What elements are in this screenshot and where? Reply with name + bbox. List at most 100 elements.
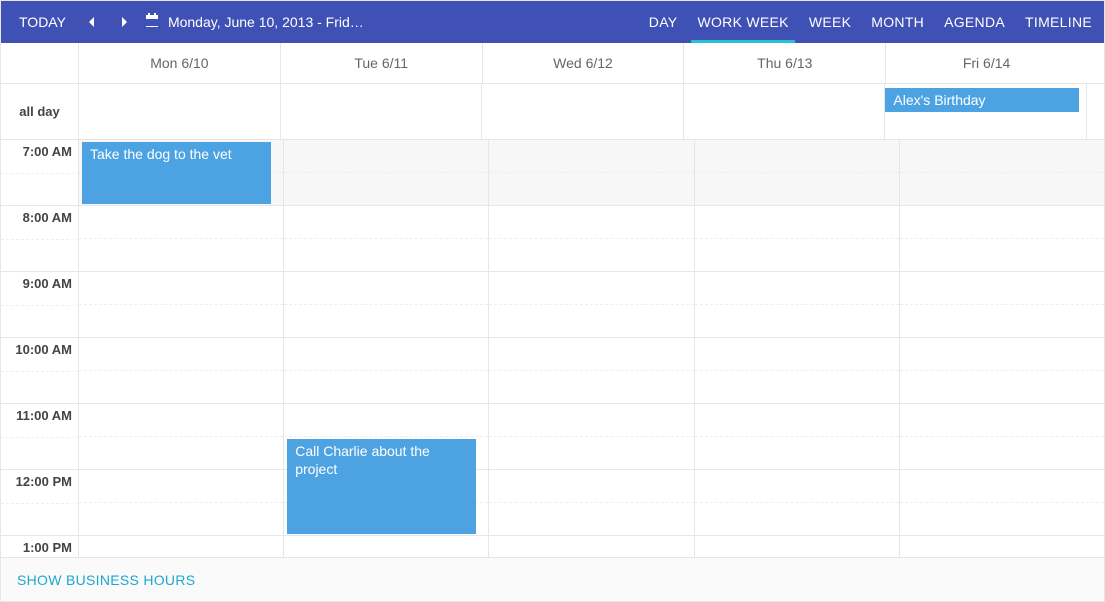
time-slot[interactable] — [79, 536, 283, 557]
allday-cell[interactable] — [79, 84, 281, 139]
day-column-tue: Call Charlie about the project — [284, 140, 489, 557]
time-slot[interactable] — [900, 536, 1104, 557]
time-slot[interactable] — [489, 305, 693, 338]
time-slot[interactable] — [489, 338, 693, 371]
view-day[interactable]: DAY — [649, 1, 678, 43]
time-slot[interactable] — [900, 173, 1104, 206]
time-slot[interactable] — [284, 305, 488, 338]
time-slot[interactable] — [900, 371, 1104, 404]
time-slot[interactable] — [695, 536, 899, 557]
time-slot[interactable] — [900, 239, 1104, 272]
time-slot[interactable] — [79, 239, 283, 272]
time-slot[interactable] — [79, 404, 283, 437]
prev-button[interactable] — [80, 10, 104, 34]
time-slot[interactable] — [489, 404, 693, 437]
column-header-tue[interactable]: Tue 6/11 — [281, 43, 483, 83]
time-slot[interactable] — [284, 371, 488, 404]
column-header-wed[interactable]: Wed 6/12 — [483, 43, 685, 83]
time-slot[interactable] — [695, 272, 899, 305]
time-slot[interactable] — [284, 338, 488, 371]
time-slot[interactable] — [900, 503, 1104, 536]
event[interactable]: Take the dog to the vet — [82, 142, 271, 204]
time-slot[interactable] — [695, 503, 899, 536]
time-slot[interactable] — [284, 239, 488, 272]
time-slot[interactable] — [489, 173, 693, 206]
time-slot[interactable] — [489, 206, 693, 239]
view-workweek[interactable]: WORK WEEK — [697, 1, 788, 43]
time-slot[interactable] — [900, 338, 1104, 371]
time-slot[interactable] — [489, 470, 693, 503]
allday-cell[interactable] — [281, 84, 483, 139]
time-grid: 7:00 AM8:00 AM9:00 AM10:00 AM11:00 AM12:… — [1, 140, 1104, 557]
time-slot[interactable] — [900, 470, 1104, 503]
show-business-hours-button[interactable]: SHOW BUSINESS HOURS — [17, 572, 195, 588]
time-slot[interactable] — [695, 404, 899, 437]
hour-label: 1:00 PM — [1, 536, 78, 557]
time-slot[interactable] — [695, 338, 899, 371]
allday-row: all day Alex's Birthday — [1, 84, 1104, 140]
calendar-icon[interactable] — [144, 13, 160, 32]
time-slot[interactable] — [900, 140, 1104, 173]
column-header-thu[interactable]: Thu 6/13 — [684, 43, 886, 83]
allday-label: all day — [1, 84, 79, 139]
hour-label: 9:00 AM — [1, 272, 78, 338]
allday-event[interactable]: Alex's Birthday — [885, 88, 1079, 112]
hour-label: 7:00 AM — [1, 140, 78, 206]
time-slot[interactable] — [79, 503, 283, 536]
time-slot[interactable] — [695, 206, 899, 239]
time-slot[interactable] — [284, 206, 488, 239]
time-slot[interactable] — [284, 173, 488, 206]
view-week[interactable]: WEEK — [809, 1, 851, 43]
time-slot[interactable] — [900, 305, 1104, 338]
time-slot[interactable] — [284, 536, 488, 557]
time-slot[interactable] — [79, 371, 283, 404]
next-button[interactable] — [112, 10, 136, 34]
time-slot[interactable] — [79, 437, 283, 470]
time-slot[interactable] — [489, 536, 693, 557]
time-slot[interactable] — [79, 206, 283, 239]
today-button[interactable]: TODAY — [13, 10, 72, 34]
time-slot[interactable] — [695, 239, 899, 272]
time-slot[interactable] — [284, 272, 488, 305]
time-slot[interactable] — [284, 404, 488, 437]
time-slot[interactable] — [489, 371, 693, 404]
allday-cell[interactable] — [684, 84, 886, 139]
footer: SHOW BUSINESS HOURS — [1, 557, 1104, 601]
scheduler: TODAY Monday, June 10, 2013 - Frid… DAYW… — [0, 0, 1105, 602]
time-slot[interactable] — [695, 173, 899, 206]
view-month[interactable]: MONTH — [871, 1, 924, 43]
hour-label: 11:00 AM — [1, 404, 78, 470]
time-slot[interactable] — [79, 338, 283, 371]
column-header-mon[interactable]: Mon 6/10 — [79, 43, 281, 83]
day-column-fri — [900, 140, 1104, 557]
view-agenda[interactable]: AGENDA — [944, 1, 1005, 43]
time-slot[interactable] — [695, 470, 899, 503]
time-slot[interactable] — [695, 371, 899, 404]
date-range-picker[interactable]: Monday, June 10, 2013 - Frid… — [168, 14, 364, 30]
view-timeline[interactable]: TIMELINE — [1025, 1, 1092, 43]
time-slot[interactable] — [79, 470, 283, 503]
time-slot[interactable] — [489, 437, 693, 470]
time-slot[interactable] — [284, 140, 488, 173]
time-slot[interactable] — [900, 206, 1104, 239]
time-slot[interactable] — [79, 305, 283, 338]
time-slot[interactable] — [489, 503, 693, 536]
toolbar: TODAY Monday, June 10, 2013 - Frid… DAY W… — [1, 1, 1104, 43]
time-grid-scroll[interactable]: 7:00 AM8:00 AM9:00 AM10:00 AM11:00 AM12:… — [1, 140, 1104, 557]
time-slot[interactable] — [489, 239, 693, 272]
column-header-fri[interactable]: Fri 6/14 — [886, 43, 1087, 83]
time-slot[interactable] — [695, 140, 899, 173]
event[interactable]: Call Charlie about the project — [287, 439, 476, 534]
time-slot[interactable] — [489, 272, 693, 305]
time-slot[interactable] — [695, 437, 899, 470]
time-slot[interactable] — [900, 404, 1104, 437]
time-slot[interactable] — [489, 140, 693, 173]
toolbar-left: TODAY Monday, June 10, 2013 - Frid… — [13, 10, 364, 34]
scroll-spacer — [1087, 43, 1104, 83]
allday-cell[interactable] — [482, 84, 684, 139]
time-slot[interactable] — [900, 272, 1104, 305]
time-slot[interactable] — [695, 305, 899, 338]
time-slot[interactable] — [900, 437, 1104, 470]
hour-label: 12:00 PM — [1, 470, 78, 536]
time-slot[interactable] — [79, 272, 283, 305]
